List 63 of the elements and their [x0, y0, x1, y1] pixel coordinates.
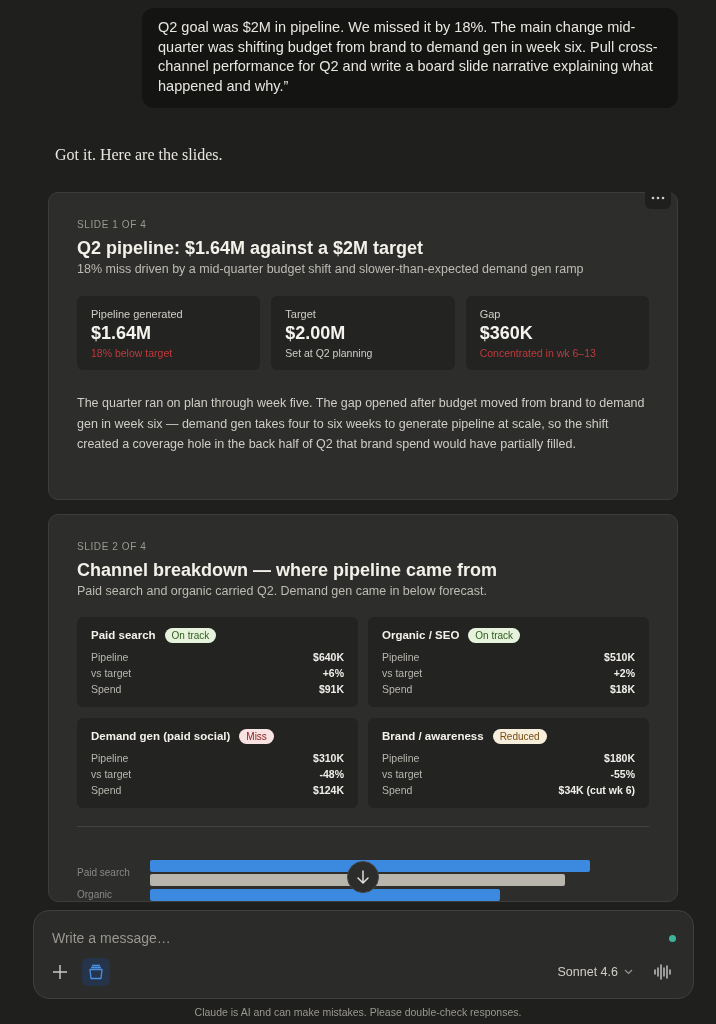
stat-label: vs target	[382, 766, 423, 782]
box-icon	[88, 964, 104, 980]
stat-label: vs target	[91, 766, 132, 782]
plus-icon	[53, 965, 67, 979]
status-dot	[669, 935, 676, 942]
slide-narrative: The quarter ran on plan through week five. The gap opened after budget moved from brand to demand gen in week six — demand gen takes four to six weeks to generate pipeline at scale, so the shift created a coverage hole in the back half of Q2 that brand spend would have partially filled.	[77, 395, 646, 453]
chart-label: Organic	[77, 888, 113, 900]
stat-label: Spend	[382, 681, 413, 697]
more-icon	[651, 196, 665, 200]
chevron-down-icon	[624, 969, 633, 975]
stat-label: Spend	[91, 681, 122, 697]
arrow-down-icon	[356, 870, 370, 884]
slide-label: SLIDE 1 OF 4	[77, 219, 148, 230]
stat-value: $34K (cut wk 6)	[558, 782, 635, 798]
channel-name: Brand / awareness	[382, 730, 484, 742]
channel-name: Organic / SEO	[382, 629, 460, 641]
slide-subtitle: Paid search and organic carried Q2. Demand gen came in below forecast.	[77, 583, 488, 598]
status-badge: Miss	[239, 728, 274, 744]
metric-note: Concentrated in wk 6–13	[479, 347, 597, 359]
slide-label: SLIDE 2 OF 4	[77, 540, 148, 552]
disclaimer-text: Claude is AI and can make mistakes. Please double-check responses.	[193, 1006, 523, 1018]
user-message: Q2 goal was $2M in pipeline. We missed it by 18%. The main change mid-quarter was shifting budget from brand to demand gen in week six. Pull cross-channel performance for Q2 and write a board slide narrative explaining what happened and why.”	[142, 8, 678, 108]
stat-value: +6%	[322, 665, 344, 681]
stat-value: $180K	[604, 750, 635, 766]
stat-label: Spend	[91, 782, 122, 798]
stat-label: Pipeline	[382, 649, 420, 665]
slide-subtitle: 18% miss driven by a mid-quarter budget shift and slower-than-expected demand gen ramp	[77, 262, 585, 276]
stat-value: $510K	[604, 649, 635, 665]
channel-name: Paid search	[91, 629, 156, 641]
chart-label: Paid search	[77, 867, 131, 878]
model-selector[interactable]: Sonnet 4.6	[557, 965, 633, 979]
stat-value: $310K	[313, 750, 344, 766]
stat-label: Pipeline	[382, 750, 420, 766]
slide-title: Channel breakdown — where pipeline came from	[77, 559, 499, 581]
metric-note: Set at Q2 planning	[285, 347, 374, 359]
stat-value: $18K	[609, 681, 635, 697]
metric-label: Gap	[479, 308, 502, 320]
project-button[interactable]	[82, 958, 110, 986]
status-badge: Reduced	[492, 728, 547, 744]
stat-value: +2%	[613, 665, 635, 681]
stat-label: vs target	[382, 665, 423, 681]
stat-label: vs target	[91, 665, 132, 681]
stat-label: Spend	[382, 782, 413, 798]
status-badge: On track	[164, 627, 217, 643]
stat-label: Pipeline	[91, 750, 129, 766]
metric-value: $2.00M	[285, 323, 347, 344]
stat-value: $91K	[318, 681, 344, 697]
stat-label: Pipeline	[91, 649, 129, 665]
channel-name: Demand gen (paid social)	[91, 730, 231, 742]
waveform-icon	[653, 964, 673, 980]
status-badge: On track	[468, 627, 521, 643]
slide-title: Q2 pipeline: $1.64M against a $2M target	[77, 238, 425, 259]
metric-value: $1.64M	[91, 323, 153, 344]
stat-value: $124K	[313, 782, 344, 798]
stat-value: $640K	[313, 649, 344, 665]
metric-value: $360K	[479, 323, 534, 344]
metric-label: Target	[285, 308, 317, 320]
message-input[interactable]: Write a message…	[52, 930, 612, 946]
stat-value: -55%	[610, 766, 635, 782]
metric-note: 18% below target	[91, 347, 174, 359]
metric-label: Pipeline generated	[91, 308, 184, 320]
assistant-reply: Got it. Here are the slides.	[55, 146, 224, 164]
stat-value: -48%	[319, 766, 344, 782]
